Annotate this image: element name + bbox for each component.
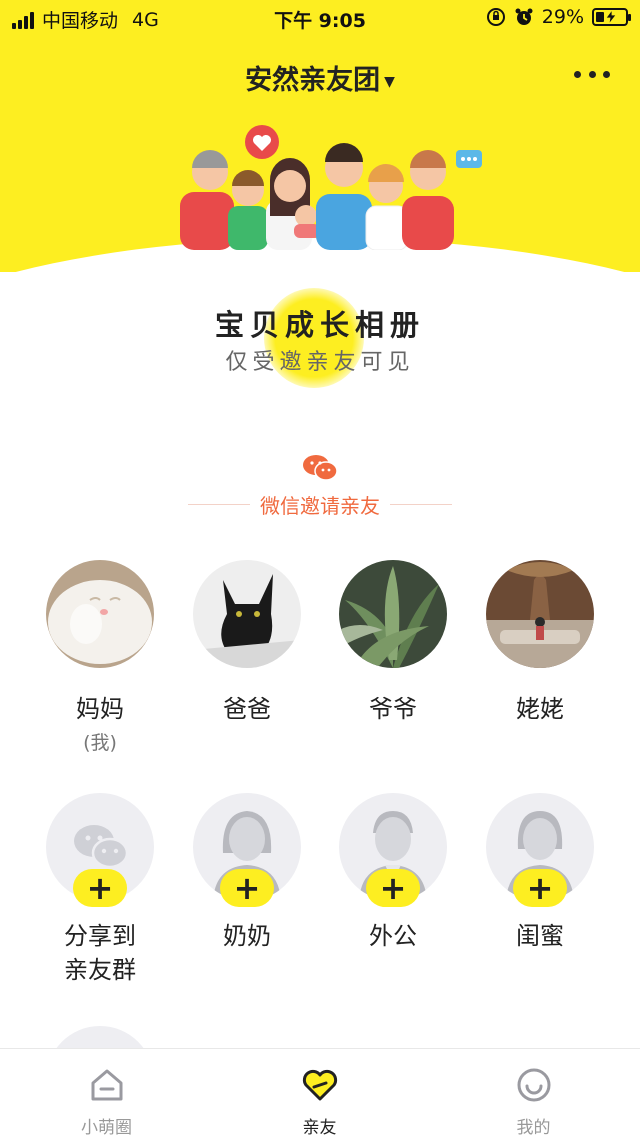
- slot-name-line: 分享到: [64, 922, 136, 950]
- member-name: 妈妈: [76, 695, 124, 723]
- nav-item-moments[interactable]: 小萌圈: [0, 1049, 213, 1138]
- more-dot-icon: [574, 70, 581, 78]
- avatar: [46, 560, 154, 668]
- rotation-lock-icon: [486, 8, 505, 26]
- member-note: (我): [83, 732, 117, 754]
- charging-bolt-icon: [605, 10, 617, 24]
- avatar: [193, 560, 301, 668]
- more-dot-icon: [588, 70, 596, 78]
- album-title: 宝贝成长相册: [214, 308, 425, 342]
- invite-slot-grandmother[interactable]: + 奶奶: [174, 793, 320, 953]
- smiley-icon: [517, 1068, 550, 1102]
- share-to-group[interactable]: + 分享到 亲友群: [27, 793, 173, 987]
- album-header: 宝贝成长相册 仅受邀亲友可见: [0, 288, 640, 418]
- invite-slot-best-friend[interactable]: + 闺蜜: [467, 793, 613, 953]
- avatar: [339, 560, 447, 668]
- divider: [390, 503, 452, 505]
- bottom-nav: 小萌圈 亲友 我的: [0, 1048, 640, 1138]
- nav-label: 我的: [516, 1118, 551, 1138]
- family-illustration: [180, 125, 482, 250]
- home-icon: [91, 1069, 122, 1101]
- nav-label: 小萌圈: [81, 1118, 132, 1138]
- member-name: 爸爸: [223, 695, 271, 723]
- wechat-invite-label[interactable]: 微信邀请亲友: [250, 490, 390, 519]
- slot-name: 分享到 亲友群: [27, 919, 173, 987]
- alarm-icon: [515, 8, 533, 25]
- member-dad[interactable]: 爸爸: [174, 560, 320, 724]
- status-right: 29%: [486, 6, 631, 28]
- green-plant-photo: [339, 560, 447, 668]
- member-grandma[interactable]: 姥姥: [467, 560, 613, 724]
- add-badge[interactable]: +: [73, 869, 127, 907]
- group-switcher[interactable]: 安然亲友团 ▼: [0, 58, 640, 97]
- status-bar: 中国移动 4G 下午 9:05 29%: [0, 0, 640, 36]
- avatar: [486, 560, 594, 668]
- member-name: 姥姥: [516, 695, 564, 723]
- add-badge[interactable]: +: [513, 869, 567, 907]
- divider: [188, 503, 250, 505]
- nav-item-family[interactable]: 亲友: [213, 1049, 426, 1138]
- invite-slot-maternal-grandfather[interactable]: + 外公: [320, 793, 466, 953]
- album-subtitle: 仅受邀亲友可见: [225, 350, 415, 375]
- group-title: 安然亲友团: [245, 65, 381, 96]
- title-bar: 安然亲友团 ▼: [0, 50, 640, 100]
- heart-icon: [302, 1069, 337, 1101]
- add-badge[interactable]: +: [220, 869, 274, 907]
- more-dot-icon: [603, 70, 610, 78]
- add-badge[interactable]: +: [366, 869, 420, 907]
- slot-name-line: 亲友群: [64, 956, 136, 984]
- battery-icon: [592, 8, 631, 26]
- black-cat-photo: [193, 560, 301, 668]
- wechat-icon: [303, 455, 338, 481]
- battery-fill: [596, 12, 604, 22]
- slot-name: 外公: [369, 922, 417, 950]
- member-name: 爷爷: [369, 695, 417, 723]
- member-grandpa[interactable]: 爷爷: [320, 560, 466, 724]
- member-mom[interactable]: 妈妈 (我): [27, 560, 173, 755]
- white-cat-photo: [46, 560, 154, 668]
- slot-name: 闺蜜: [516, 922, 564, 950]
- wechat-invite[interactable]: 微信邀请亲友: [188, 488, 452, 520]
- hotel-lobby-photo: [486, 560, 594, 668]
- more-button[interactable]: [574, 64, 610, 84]
- nav-label: 亲友: [302, 1118, 337, 1138]
- slot-name: 奶奶: [223, 922, 271, 950]
- caret-down-icon: ▼: [384, 73, 395, 90]
- battery-percent: 29%: [541, 6, 584, 28]
- nav-item-me[interactable]: 我的: [427, 1049, 640, 1138]
